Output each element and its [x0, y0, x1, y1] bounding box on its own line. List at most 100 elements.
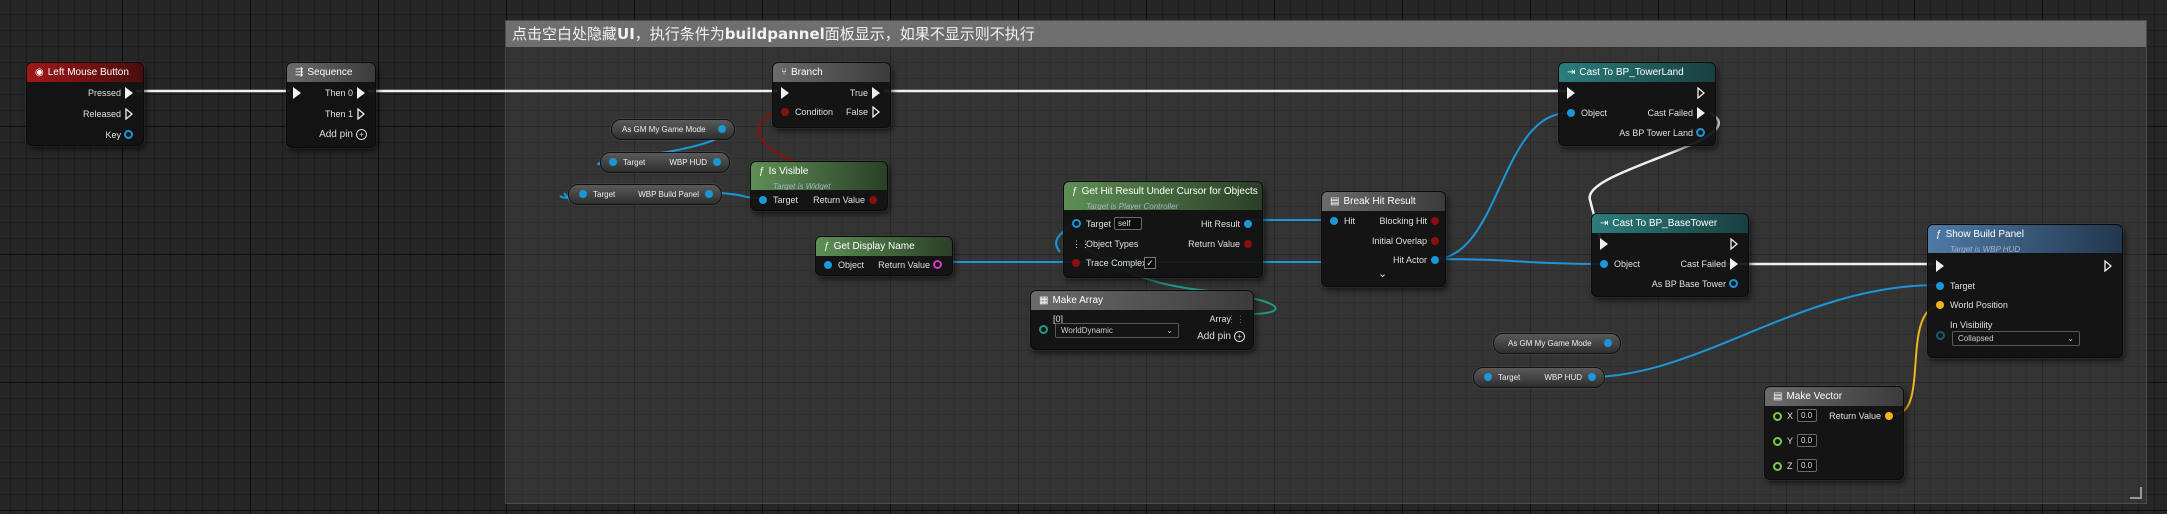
z-pin[interactable]	[1773, 462, 1782, 471]
exec-pin-then0[interactable]	[357, 87, 365, 99]
trace-complex-pin[interactable]	[1072, 259, 1080, 267]
is-visible-node[interactable]: ƒ Is Visible Target is Widget Target Retur…	[750, 161, 888, 211]
target-pin[interactable]	[759, 196, 767, 204]
node-header[interactable]: ▤ Make Vector	[1765, 387, 1903, 406]
x-field[interactable]: 0.0	[1797, 409, 1817, 422]
return-pin[interactable]	[1885, 412, 1893, 420]
visibility-pin[interactable]	[1936, 331, 1945, 340]
hud-out-pin[interactable]	[1588, 373, 1596, 381]
comment-text-2: ，执行条件为	[634, 25, 725, 43]
object-type-dropdown[interactable]: WorldDynamic ⌄	[1055, 323, 1179, 338]
visibility-dropdown[interactable]: Collapsed ⌄	[1952, 331, 2080, 346]
object-pin[interactable]	[824, 261, 832, 269]
node-header[interactable]: ⇥ Cast To BP_BaseTower	[1592, 214, 1748, 233]
exec-pin-in[interactable]	[1567, 87, 1575, 99]
target-pin[interactable]	[579, 190, 587, 198]
gm-game-mode-var[interactable]: As GM My Game Mode	[611, 119, 735, 140]
cast-to-base-tower-node[interactable]: ⇥ Cast To BP_BaseTower Object Cast Failed…	[1591, 213, 1749, 297]
comment-text-3: 面板显示，如果不显示则不执行	[824, 25, 1035, 43]
exec-pin-cast-failed[interactable]	[1697, 107, 1705, 119]
var-out-pin[interactable]	[718, 125, 726, 133]
return-pin[interactable]	[869, 196, 877, 204]
key-pin[interactable]	[124, 130, 133, 139]
condition-pin[interactable]	[781, 108, 789, 116]
node-header[interactable]: ƒ Is Visible Target is Widget	[751, 162, 887, 190]
y-pin[interactable]	[1773, 437, 1782, 446]
node-header[interactable]: ⇶ Sequence	[287, 63, 375, 82]
left-mouse-button-node[interactable]: ◉ Left Mouse Button Pressed Released Key	[26, 62, 144, 146]
object-pin[interactable]	[1567, 109, 1575, 117]
node-header[interactable]: ƒ Show Build Panel Target is WBP HUD	[1928, 225, 2122, 253]
get-display-name-node[interactable]: ƒ Get Display Name Object Return Value	[815, 236, 953, 276]
exec-pin-true[interactable]	[872, 87, 880, 99]
exec-pin-in[interactable]	[1600, 238, 1608, 250]
as-tower-land-label: As BP Tower Land	[1619, 128, 1693, 138]
comment-title[interactable]: 点击空白处隐藏UI，执行条件为buildpannel面板显示，如果不显示则不执行	[506, 21, 2146, 47]
hit-actor-pin[interactable]	[1431, 256, 1439, 264]
gm-game-mode-var-2[interactable]: As GM My Game Mode	[1493, 333, 1621, 354]
exec-pin-then1[interactable]	[357, 108, 365, 120]
hud-out-pin[interactable]	[713, 158, 721, 166]
node-header[interactable]: ▦ Make Array	[1031, 291, 1253, 310]
add-pin-button[interactable]: Add pin +	[1197, 331, 1245, 342]
target-pin[interactable]	[609, 158, 617, 166]
target-pin[interactable]	[1484, 373, 1492, 381]
branch-node[interactable]: ⑂ Branch Condition True False	[772, 62, 891, 128]
exec-pin-in[interactable]	[1936, 260, 1944, 272]
make-array-node[interactable]: ▦ Make Array [0] WorldDynamic ⌄ Array ⋮⋮ A…	[1030, 290, 1254, 350]
node-header[interactable]: ⑂ Branch	[773, 63, 890, 82]
node-header[interactable]: ƒ Get Display Name	[816, 237, 952, 256]
target-label: Target	[1086, 219, 1112, 229]
node-header[interactable]: ◉ Left Mouse Button	[27, 63, 143, 82]
expand-chevron-icon[interactable]: ⌄	[1378, 268, 1387, 280]
resize-grip-icon[interactable]	[2130, 487, 2142, 499]
exec-pin-in[interactable]	[781, 87, 789, 99]
as-tower-land-pin[interactable]	[1696, 128, 1705, 137]
object-pin[interactable]	[1600, 260, 1608, 268]
sequence-node[interactable]: ⇶ Sequence Then 0 Then 1 Add pin +	[286, 62, 376, 148]
exec-pin-false[interactable]	[872, 106, 880, 118]
exec-pin-cast-failed[interactable]	[1730, 258, 1738, 270]
blocking-hit-pin[interactable]	[1431, 217, 1439, 225]
item-pin[interactable]	[1039, 325, 1048, 334]
break-icon: ▤	[1330, 196, 1340, 207]
show-build-panel-node[interactable]: ƒ Show Build Panel Target is WBP HUD Targe…	[1927, 224, 2123, 358]
as-base-tower-label: As BP Base Tower	[1651, 279, 1726, 289]
get-hit-result-node[interactable]: ƒ Get Hit Result Under Cursor for Objects…	[1063, 181, 1263, 278]
hit-result-pin[interactable]	[1244, 220, 1252, 228]
as-base-tower-pin[interactable]	[1729, 279, 1738, 288]
exec-pin-out[interactable]	[1730, 238, 1738, 250]
wbp-build-panel-get-node[interactable]: Target WBP Build Panel	[568, 184, 722, 205]
break-hit-result-node[interactable]: ▤ Break Hit Result Hit Blocking Hit Initi…	[1321, 191, 1446, 287]
wbp-hud-get-node-2[interactable]: Target WBP HUD	[1473, 367, 1605, 388]
z-field[interactable]: 0.0	[1797, 459, 1817, 472]
target-pin[interactable]	[1072, 219, 1081, 228]
exec-pin-pressed[interactable]	[125, 87, 133, 99]
hit-pin[interactable]	[1330, 217, 1338, 225]
add-pin-button[interactable]: Add pin +	[319, 129, 367, 140]
exec-pin-released[interactable]	[125, 108, 133, 120]
array-out-pin[interactable]: ⋮⋮	[1227, 313, 1245, 325]
cast-to-tower-land-node[interactable]: ⇥ Cast To BP_TowerLand Object Cast Failed…	[1558, 62, 1716, 146]
return-pin[interactable]	[933, 260, 942, 269]
initial-overlap-pin[interactable]	[1431, 237, 1439, 245]
exec-pin-out[interactable]	[1697, 87, 1705, 99]
wbp-hud-get-node[interactable]: Target WBP HUD	[600, 152, 730, 173]
target-self-field[interactable]: self	[1114, 217, 1142, 230]
node-header[interactable]: ▤ Break Hit Result	[1322, 192, 1445, 211]
target-pin[interactable]	[1936, 282, 1944, 290]
make-vector-node[interactable]: ▤ Make Vector X 0.0 Y 0.0 Z 0.0 Return Va…	[1764, 386, 1904, 480]
x-pin[interactable]	[1773, 412, 1782, 421]
return-pin[interactable]	[1244, 240, 1252, 248]
node-header[interactable]: ƒ Get Hit Result Under Cursor for Objects…	[1064, 182, 1262, 210]
build-panel-out-pin[interactable]	[705, 190, 713, 198]
node-header[interactable]: ⇥ Cast To BP_TowerLand	[1559, 63, 1715, 82]
var-out-pin[interactable]	[1604, 339, 1612, 347]
world-position-pin[interactable]	[1936, 301, 1944, 309]
comment-text-ui: UI	[617, 25, 635, 43]
exec-pin-out[interactable]	[2104, 260, 2112, 272]
function-icon: ƒ	[824, 241, 830, 252]
y-field[interactable]: 0.0	[1797, 434, 1817, 447]
exec-pin-in[interactable]	[293, 87, 301, 99]
trace-complex-checkbox[interactable]: ✓	[1144, 257, 1156, 269]
